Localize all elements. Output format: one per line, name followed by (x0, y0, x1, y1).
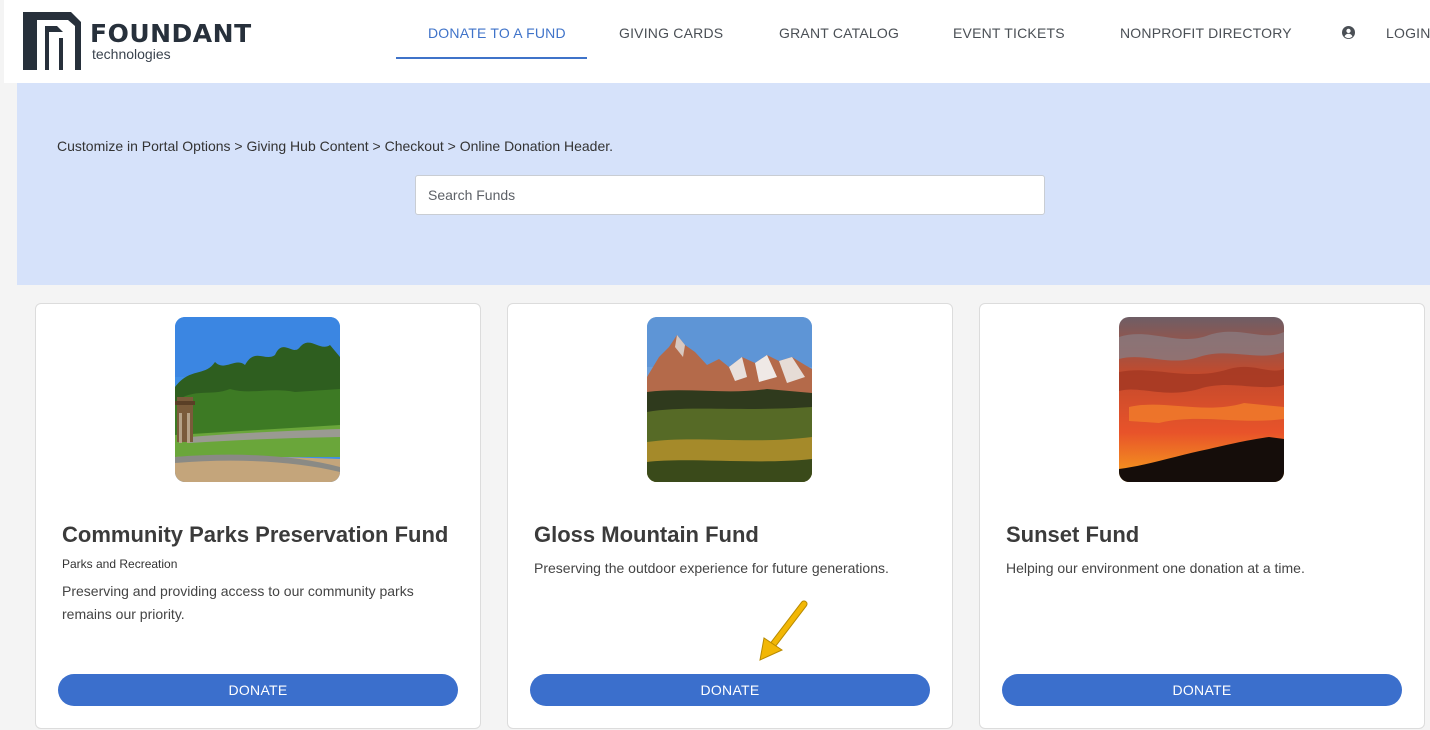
fund-category: Parks and Recreation (62, 557, 178, 571)
donate-button[interactable]: DONATE (1002, 674, 1402, 706)
fund-card: Community Parks Preservation Fund Parks … (35, 303, 481, 729)
fund-description: Preserving and providing access to our c… (62, 583, 414, 622)
user-circle-icon[interactable] (1342, 26, 1355, 39)
top-navigation-bar: FOUNDANT technologies DONATE TO A FUND G… (4, 0, 1430, 83)
park-image[interactable] (175, 317, 340, 482)
foundant-logo[interactable]: FOUNDANT technologies (23, 12, 253, 70)
fund-title: Sunset Fund (1006, 522, 1140, 547)
donation-header-banner: Customize in Portal Options > Giving Hub… (17, 83, 1430, 285)
donate-button[interactable]: DONATE (530, 674, 930, 706)
mountain-image[interactable] (647, 317, 812, 482)
nav-donate-to-a-fund[interactable]: DONATE TO A FUND (428, 25, 566, 41)
nav-event-tickets[interactable]: EVENT TICKETS (953, 25, 1065, 41)
search-funds-input[interactable] (415, 175, 1045, 215)
fund-title: Gloss Mountain Fund (534, 522, 759, 547)
active-tab-indicator (396, 57, 587, 59)
header-instruction-text: Customize in Portal Options > Giving Hub… (57, 138, 614, 154)
fund-card: Sunset Fund Helping our environment one … (979, 303, 1425, 729)
nav-nonprofit-directory[interactable]: NONPROFIT DIRECTORY (1120, 25, 1292, 41)
donate-button[interactable]: DONATE (58, 674, 458, 706)
fund-description: Helping our environment one donation at … (1006, 560, 1305, 576)
sunset-image[interactable] (1119, 317, 1284, 482)
foundant-logo-mark-icon (23, 12, 81, 70)
fund-title: Community Parks Preservation Fund (62, 522, 449, 547)
brand-name: FOUNDANT (90, 19, 252, 48)
login-link[interactable]: LOGIN (1386, 25, 1430, 41)
arrow-annotation-icon (759, 600, 808, 661)
brand-subtitle: technologies (92, 46, 171, 62)
fund-description: Preserving the outdoor experience for fu… (534, 560, 889, 576)
nav-giving-cards[interactable]: GIVING CARDS (619, 25, 723, 41)
fund-card: Gloss Mountain Fund Preserving the outdo… (507, 303, 953, 729)
nav-grant-catalog[interactable]: GRANT CATALOG (779, 25, 899, 41)
